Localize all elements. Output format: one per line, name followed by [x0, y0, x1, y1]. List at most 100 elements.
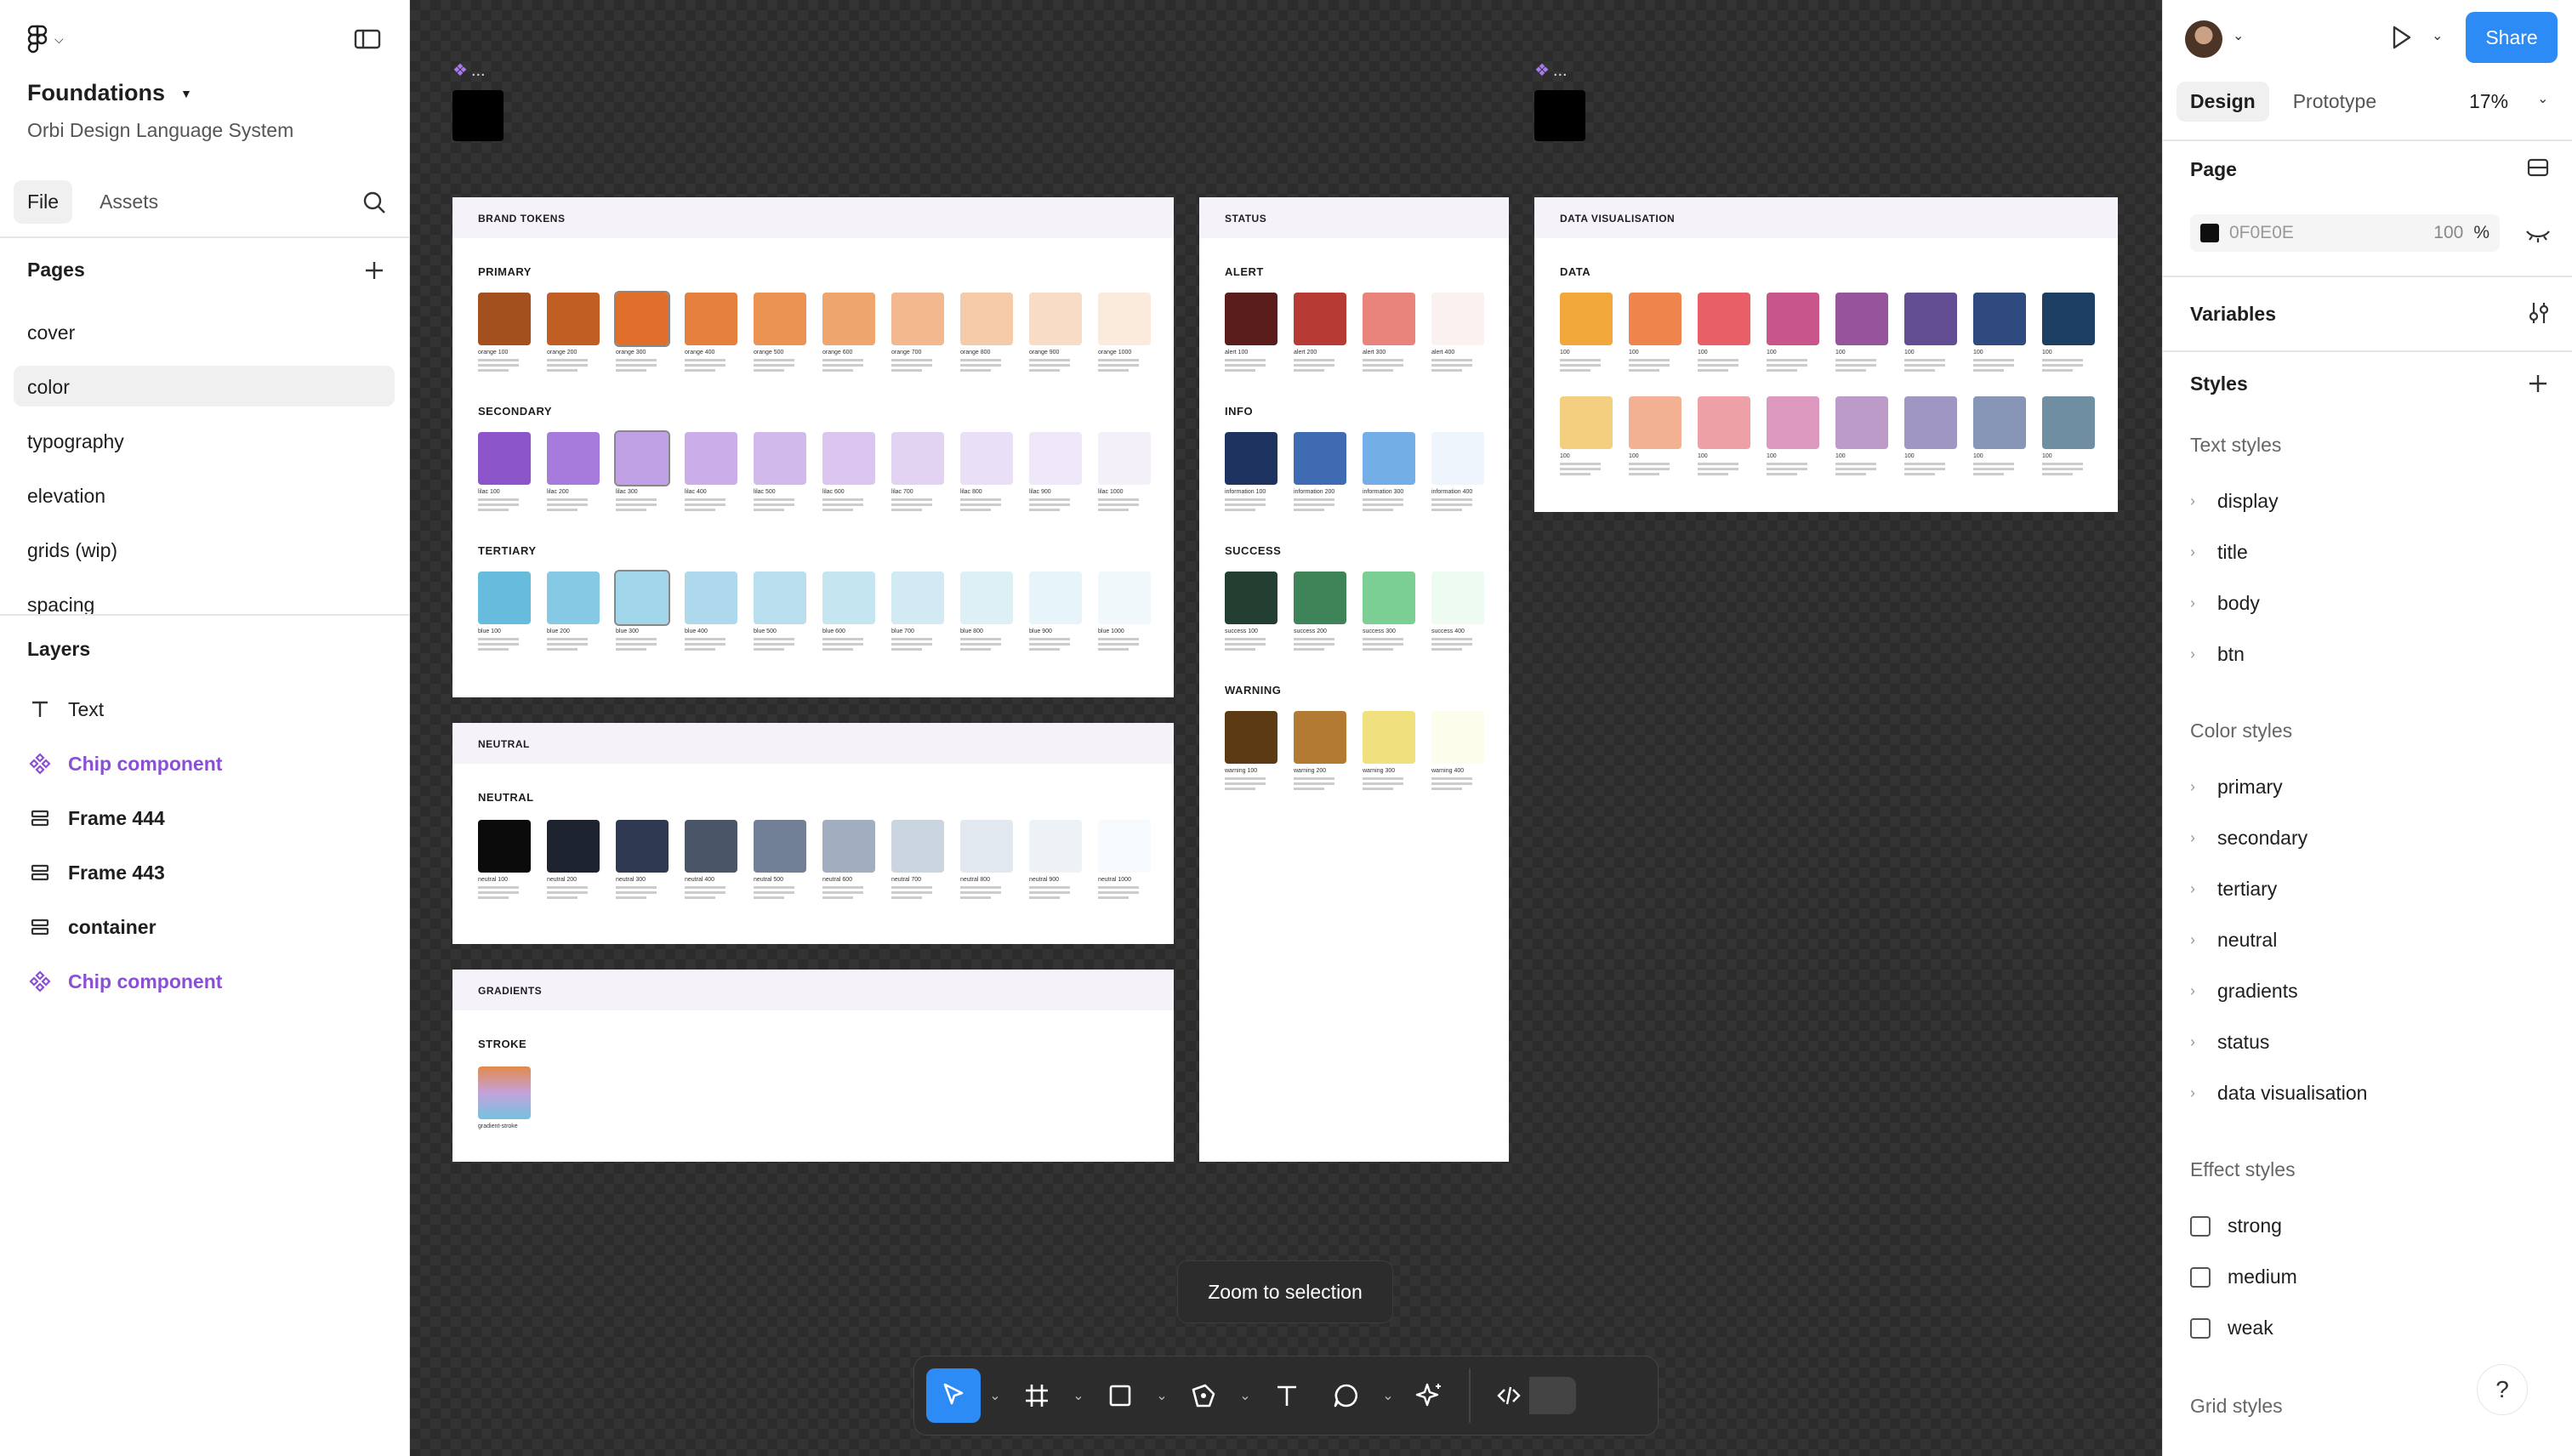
- tab-assets[interactable]: Assets: [86, 180, 172, 224]
- page-item-cover[interactable]: cover: [14, 311, 395, 352]
- color-swatch[interactable]: success 100: [1225, 572, 1277, 651]
- color-swatch[interactable]: alert 200: [1294, 293, 1346, 372]
- color-swatch[interactable]: orange 300: [614, 291, 670, 372]
- color-swatch[interactable]: lilac 100: [478, 432, 531, 511]
- style-group-body[interactable]: › body: [2190, 592, 2260, 615]
- color-swatch[interactable]: 100: [2042, 396, 2095, 475]
- pen-tool-button[interactable]: [1176, 1368, 1231, 1423]
- present-button[interactable]: [2386, 22, 2416, 53]
- color-swatch[interactable]: orange 900: [1029, 293, 1082, 372]
- user-avatar[interactable]: [2185, 20, 2222, 58]
- layer-item[interactable]: container: [27, 908, 156, 946]
- effect-style-medium[interactable]: medium: [2190, 1265, 2297, 1288]
- color-swatch[interactable]: 100: [1973, 293, 2026, 372]
- page-background-field[interactable]: 0F0E0E 100 %: [2190, 214, 2500, 252]
- color-swatch[interactable]: blue 700: [891, 572, 944, 651]
- color-swatch[interactable]: neutral 700: [891, 820, 944, 899]
- canvas[interactable]: ❖... ❖... BRAND TOKENS PRIMARY orange 100…: [410, 0, 2162, 1456]
- color-swatch[interactable]: 100: [1698, 396, 1750, 475]
- background-hex[interactable]: 0F0E0E: [2229, 223, 2294, 243]
- color-swatch[interactable]: lilac 800: [960, 432, 1013, 511]
- color-swatch[interactable]: lilac 500: [754, 432, 806, 511]
- color-swatch[interactable]: blue 1000: [1098, 572, 1151, 651]
- color-swatch[interactable]: lilac 700: [891, 432, 944, 511]
- move-tool-button[interactable]: [926, 1368, 981, 1423]
- color-swatch[interactable]: orange 200: [547, 293, 600, 372]
- toggle-sidebar-button[interactable]: [352, 24, 383, 54]
- share-button[interactable]: Share: [2466, 12, 2558, 63]
- project-name[interactable]: Orbi Design Language System: [27, 119, 293, 142]
- color-swatch[interactable]: neutral 200: [547, 820, 600, 899]
- brand-tokens-frame[interactable]: BRAND TOKENS PRIMARY orange 100 orange 200…: [452, 197, 1174, 697]
- color-swatch[interactable]: information 400: [1431, 432, 1484, 511]
- visibility-icon[interactable]: [2524, 219, 2552, 248]
- gradient-swatch[interactable]: gradient-stroke: [478, 1066, 531, 1130]
- color-swatch[interactable]: alert 100: [1225, 293, 1277, 372]
- color-swatch[interactable]: 100: [1835, 293, 1888, 372]
- color-swatch[interactable]: success 200: [1294, 572, 1346, 651]
- chevron-down-icon[interactable]: ⌄: [1069, 1387, 1088, 1404]
- style-group-primary[interactable]: › primary: [2190, 776, 2283, 799]
- text-tool-button[interactable]: [1260, 1368, 1314, 1423]
- color-swatch[interactable]: orange 800: [960, 293, 1013, 372]
- color-swatch[interactable]: 100: [1698, 293, 1750, 372]
- color-swatch[interactable]: orange 100: [478, 293, 531, 372]
- tab-design[interactable]: Design: [2177, 82, 2269, 122]
- color-swatch[interactable]: blue 300: [614, 570, 670, 651]
- color-swatch[interactable]: orange 500: [754, 293, 806, 372]
- color-swatch[interactable]: information 300: [1363, 432, 1415, 511]
- style-group-status[interactable]: › status: [2190, 1031, 2269, 1054]
- background-opacity[interactable]: 100: [2433, 223, 2463, 243]
- layer-item[interactable]: Chip component: [27, 745, 222, 782]
- color-swatch[interactable]: success 400: [1431, 572, 1484, 651]
- color-swatch[interactable]: information 100: [1225, 432, 1277, 511]
- color-swatch[interactable]: blue 400: [685, 572, 737, 651]
- shape-tool-button[interactable]: [1093, 1368, 1147, 1423]
- color-swatch[interactable]: blue 800: [960, 572, 1013, 651]
- page-item-grids[interactable]: grids (wip): [14, 529, 395, 570]
- color-swatch[interactable]: lilac 600: [822, 432, 875, 511]
- color-swatch[interactable]: 100: [1835, 396, 1888, 475]
- variables-icon[interactable]: [2525, 299, 2552, 327]
- color-swatch[interactable]: 100: [1629, 293, 1681, 372]
- color-swatch[interactable]: 100: [1629, 396, 1681, 475]
- color-swatch[interactable]: orange 1000: [1098, 293, 1151, 372]
- chip-component[interactable]: ❖...: [452, 60, 504, 141]
- color-swatch[interactable]: neutral 800: [960, 820, 1013, 899]
- color-swatch[interactable]: neutral 1000: [1098, 820, 1151, 899]
- color-swatch[interactable]: neutral 500: [754, 820, 806, 899]
- zoom-to-selection-toast[interactable]: Zoom to selection: [1177, 1260, 1393, 1323]
- color-swatch[interactable]: blue 500: [754, 572, 806, 651]
- color-swatch[interactable]: orange 400: [685, 293, 737, 372]
- color-swatch[interactable]: orange 600: [822, 293, 875, 372]
- page-item-color[interactable]: color: [14, 366, 395, 407]
- color-swatch[interactable]: neutral 100: [478, 820, 531, 899]
- layer-item[interactable]: Frame 443: [27, 854, 165, 891]
- color-swatch[interactable]: 100: [1904, 293, 1957, 372]
- chevron-down-icon[interactable]: ⌄: [1379, 1387, 1397, 1404]
- color-swatch[interactable]: lilac 200: [547, 432, 600, 511]
- comment-tool-button[interactable]: [1319, 1368, 1374, 1423]
- chevron-down-icon[interactable]: ⌄: [986, 1387, 1004, 1404]
- actions-button[interactable]: [1403, 1368, 1457, 1423]
- style-group-display[interactable]: › display: [2190, 490, 2279, 513]
- color-swatch[interactable]: 100: [1560, 396, 1613, 475]
- frame-tool-button[interactable]: [1010, 1368, 1064, 1423]
- style-group-gradients[interactable]: › gradients: [2190, 980, 2298, 1003]
- style-group-tertiary[interactable]: › tertiary: [2190, 878, 2277, 901]
- effect-style-weak[interactable]: weak: [2190, 1317, 2273, 1339]
- color-swatch[interactable]: 100: [1767, 396, 1819, 475]
- chip-component[interactable]: ❖...: [1534, 60, 1585, 141]
- main-menu-button[interactable]: ⌵: [27, 25, 78, 54]
- chevron-down-icon[interactable]: ⌄: [2537, 90, 2548, 107]
- page-item-typography[interactable]: typography: [14, 420, 395, 461]
- color-swatch[interactable]: lilac 400: [685, 432, 737, 511]
- color-swatch[interactable]: 100: [1973, 396, 2026, 475]
- color-swatch[interactable]: 100: [1560, 293, 1613, 372]
- add-page-icon[interactable]: [359, 255, 390, 286]
- search-icon[interactable]: [359, 187, 390, 218]
- color-swatch[interactable]: 100: [1767, 293, 1819, 372]
- color-swatch[interactable]: warning 400: [1431, 711, 1484, 790]
- style-group-btn[interactable]: › btn: [2190, 643, 2245, 666]
- color-swatch[interactable]: alert 300: [1363, 293, 1415, 372]
